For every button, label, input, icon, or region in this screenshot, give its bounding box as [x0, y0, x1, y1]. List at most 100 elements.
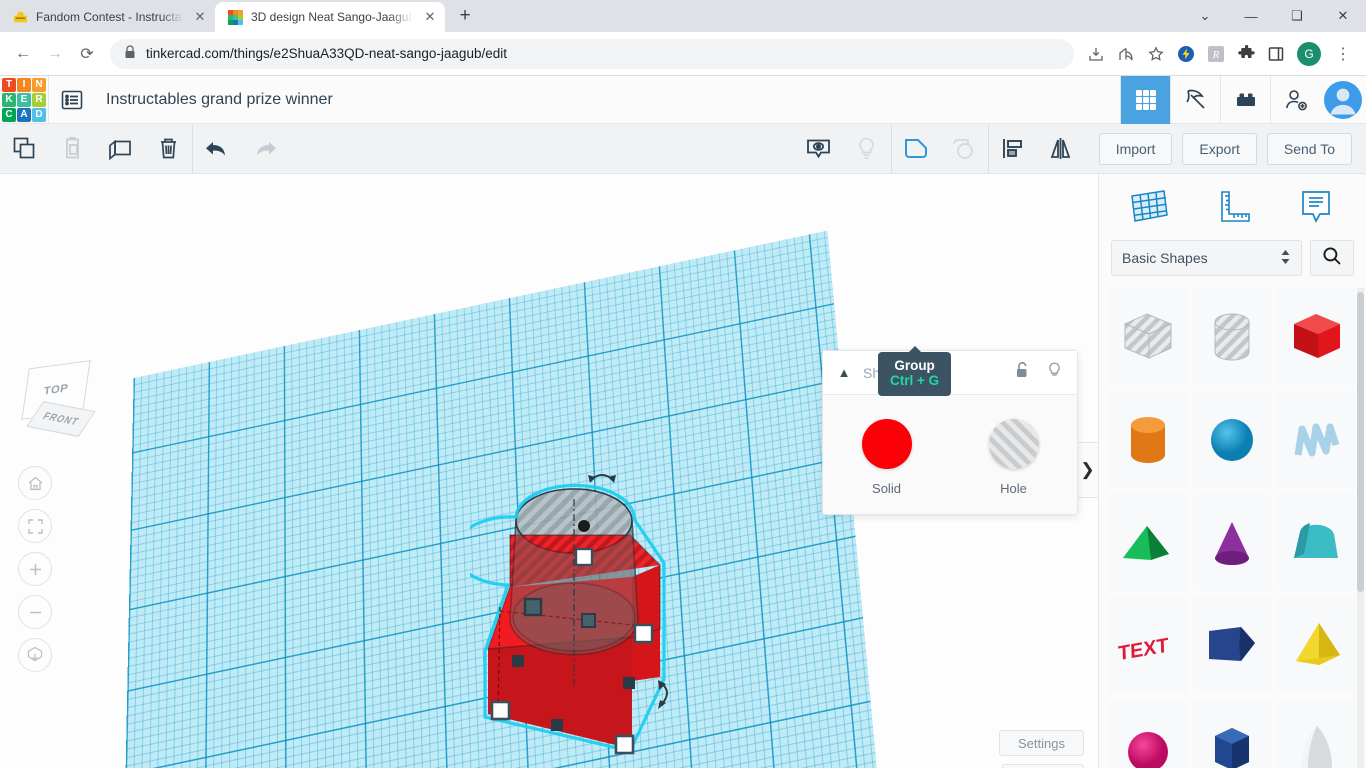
toolbar-actions: Import Export Send To — [1085, 132, 1366, 165]
model-shapes[interactable] — [470, 459, 700, 768]
browser-tab-strip: Fandom Contest - Instructables ✕ 3D desi… — [0, 0, 1366, 32]
edge-handle-left — [512, 655, 524, 667]
bookmark-star-icon[interactable] — [1142, 40, 1170, 68]
lightbulb-icon[interactable] — [843, 124, 891, 174]
shape-box-hole[interactable] — [1109, 288, 1188, 385]
align-button[interactable] — [989, 124, 1037, 174]
tab-notes[interactable] — [1289, 183, 1343, 231]
stepper-icon — [1280, 248, 1291, 269]
paste-button[interactable] — [48, 124, 96, 174]
share-icon[interactable] — [1112, 40, 1140, 68]
height-handle — [574, 547, 594, 567]
url-text: tinkercad.com/things/e2ShuaA33QD-neat-sa… — [146, 46, 507, 61]
note-eye-icon[interactable] — [795, 124, 843, 174]
shape-text[interactable]: TEXT — [1109, 597, 1188, 694]
solid-option[interactable]: Solid — [823, 419, 950, 496]
address-bar[interactable]: tinkercad.com/things/e2ShuaA33QD-neat-sa… — [110, 38, 1074, 69]
extensions-puzzle-icon[interactable] — [1232, 40, 1260, 68]
reload-button[interactable]: ⟳ — [72, 39, 102, 69]
chevron-down-icon[interactable]: ⌄ — [1182, 0, 1228, 32]
settings-button[interactable]: Settings — [999, 730, 1084, 756]
browser-tab-1[interactable]: Fandom Contest - Instructables ✕ — [0, 2, 215, 32]
cone-drag-handle — [578, 520, 590, 532]
svg-text:R: R — [1212, 49, 1220, 61]
scale-handle-a — [523, 597, 543, 617]
logo-tile: E — [17, 92, 31, 107]
snap-grid-select[interactable]: 1.0 mm ▲ — [1001, 764, 1084, 768]
fit-to-view-button[interactable] — [18, 509, 52, 543]
sidebar-scrollbar[interactable] — [1357, 292, 1364, 592]
browser-menu-button[interactable]: ⋮ — [1328, 39, 1358, 69]
shape-wedge[interactable] — [1109, 494, 1188, 591]
copy-button[interactable] — [0, 124, 48, 174]
home-view-button[interactable] — [18, 466, 52, 500]
search-button[interactable] — [1310, 240, 1354, 276]
category-value: Basic Shapes — [1122, 250, 1208, 266]
shapes-grid[interactable]: TEXT — [1099, 288, 1366, 768]
maximize-icon[interactable]: ❏ — [1274, 0, 1320, 32]
unlock-icon[interactable] — [1011, 361, 1033, 385]
ortho-toggle-button[interactable] — [18, 638, 52, 672]
shape-cylinder-hole[interactable] — [1193, 288, 1272, 385]
shape-paraboloid[interactable] — [1277, 700, 1356, 768]
ungroup-button[interactable] — [940, 124, 988, 174]
logo-tile: I — [17, 77, 31, 92]
tab-ruler[interactable] — [1205, 183, 1259, 231]
send-to-button[interactable]: Send To — [1266, 132, 1352, 165]
sidebar-collapse-handle[interactable]: ❯ — [1076, 442, 1098, 498]
lightning-icon[interactable] — [1172, 40, 1200, 68]
browser-tab-title: Fandom Contest - Instructables — [36, 10, 183, 24]
group-button-group — [890, 123, 988, 174]
shape-box[interactable] — [1277, 288, 1356, 385]
pickaxe-minecraft-icon[interactable] — [1170, 75, 1220, 124]
zoom-in-button[interactable] — [18, 552, 52, 586]
project-list-icon[interactable] — [48, 75, 94, 124]
browser-tab-2[interactable]: 3D design Neat Sango-Jaagub | T ✕ — [215, 2, 445, 32]
sidepanel-icon[interactable] — [1262, 40, 1290, 68]
delete-button[interactable] — [144, 124, 192, 174]
shape-category-select[interactable]: Basic Shapes — [1111, 240, 1302, 276]
minimize-icon[interactable]: — — [1228, 0, 1274, 32]
shape-scribble[interactable] — [1277, 391, 1356, 488]
main-area: Workplane — [0, 174, 1366, 768]
shape-hexagon-prism[interactable] — [1193, 700, 1272, 768]
mirror-button[interactable] — [1037, 124, 1085, 174]
shape-cone[interactable] — [1193, 494, 1272, 591]
shape-polygon-box[interactable] — [1193, 597, 1272, 694]
apps-grid-icon[interactable] — [1120, 75, 1170, 124]
group-button[interactable] — [892, 124, 940, 174]
import-button[interactable]: Import — [1098, 132, 1173, 165]
center-handle — [581, 613, 596, 628]
hole-swatch[interactable] — [988, 419, 1039, 469]
install-icon[interactable] — [1082, 40, 1110, 68]
duplicate-button[interactable] — [96, 124, 144, 174]
undo-button[interactable] — [193, 124, 241, 174]
shape-roof[interactable] — [1277, 494, 1356, 591]
view-cube[interactable]: TOP FRONT — [20, 360, 106, 444]
tab-workplane[interactable] — [1122, 183, 1176, 231]
shape-sphere[interactable] — [1193, 391, 1272, 488]
zoom-out-button[interactable] — [18, 595, 52, 629]
shape-pyramid[interactable] — [1277, 597, 1356, 694]
solid-swatch[interactable] — [861, 419, 912, 469]
export-button[interactable]: Export — [1182, 132, 1257, 165]
close-icon[interactable]: ✕ — [421, 8, 439, 26]
back-button[interactable]: ← — [8, 39, 38, 69]
forward-button[interactable]: → — [40, 39, 70, 69]
lego-brick-icon[interactable] — [1220, 75, 1270, 124]
shape-half-sphere[interactable] — [1109, 700, 1188, 768]
close-icon[interactable]: ✕ — [1320, 0, 1366, 32]
browser-toolbar: ← → ⟳ tinkercad.com/things/e2ShuaA33QD-n… — [0, 32, 1366, 76]
hole-option[interactable]: Hole — [950, 419, 1077, 496]
add-person-icon[interactable] — [1270, 75, 1320, 124]
chevron-up-icon[interactable]: ▲ — [835, 365, 853, 380]
user-avatar[interactable] — [1320, 76, 1366, 124]
redo-button[interactable] — [241, 124, 289, 174]
close-icon[interactable]: ✕ — [191, 8, 209, 26]
profile-avatar[interactable]: G — [1297, 41, 1321, 66]
script-icon[interactable]: R — [1202, 40, 1230, 68]
shape-cylinder[interactable] — [1109, 391, 1188, 488]
new-tab-button[interactable]: + — [451, 2, 479, 30]
lightbulb-icon[interactable] — [1043, 361, 1065, 385]
tinkercad-logo-icon[interactable]: T I N K E R C A D — [0, 76, 48, 124]
